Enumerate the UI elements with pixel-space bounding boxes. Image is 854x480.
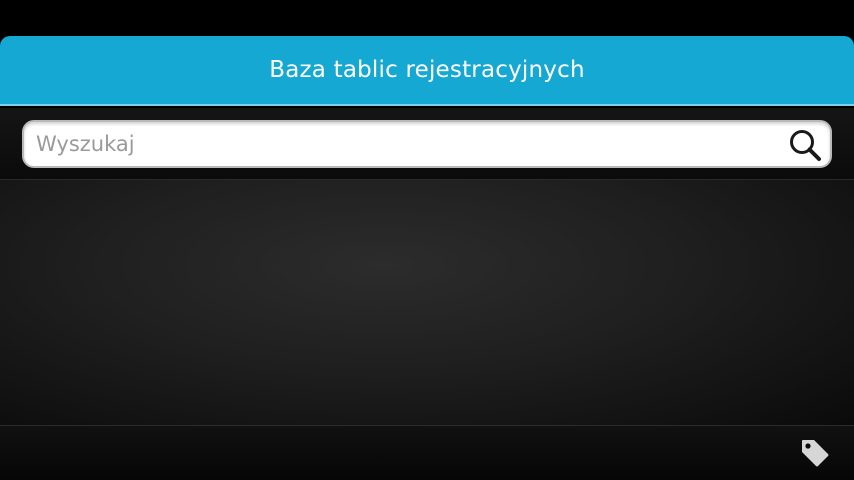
results-list [0, 180, 854, 425]
search-bar [0, 108, 854, 180]
tag-icon[interactable] [798, 436, 832, 470]
search-box[interactable] [22, 120, 832, 168]
search-input[interactable] [36, 122, 776, 166]
search-icon[interactable] [788, 128, 822, 162]
title-bar: Baza tablic rejestracyjnych [0, 36, 854, 106]
page-title: Baza tablic rejestracyjnych [269, 57, 585, 83]
bottom-toolbar [0, 425, 854, 480]
app-screen: Baza tablic rejestracyjnych [0, 0, 854, 480]
